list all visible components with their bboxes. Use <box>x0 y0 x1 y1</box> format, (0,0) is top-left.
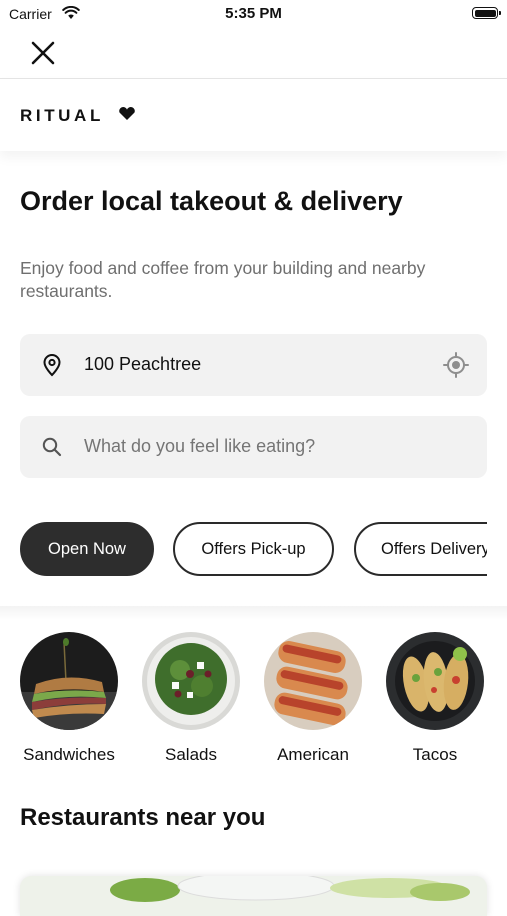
filter-offers-pickup[interactable]: Offers Pick-up <box>173 522 334 576</box>
salads-image <box>142 632 240 730</box>
heart-logo-icon <box>119 107 135 120</box>
status-bar: Carrier 5:35 PM <box>0 0 507 28</box>
category-label: Sandwiches <box>23 745 115 764</box>
sandwiches-image <box>20 632 118 730</box>
search-icon <box>42 437 62 457</box>
search-field[interactable] <box>20 416 487 478</box>
ritual-logo: RITUAL <box>20 106 104 125</box>
close-icon[interactable] <box>28 38 58 68</box>
section-divider <box>0 606 507 620</box>
category-label: American <box>277 745 349 764</box>
page-subtitle: Enjoy food and coffee from your building… <box>20 258 426 301</box>
top-nav <box>0 28 507 79</box>
location-pin-icon <box>43 354 61 377</box>
search-input[interactable] <box>84 436 444 457</box>
filter-bar: Open Now Offers Pick-up Offers Delivery <box>0 522 487 578</box>
restaurant-card[interactable] <box>20 876 487 916</box>
location-field[interactable]: 100 Peachtree <box>20 334 487 396</box>
american-image <box>264 632 362 730</box>
tacos-image <box>386 632 484 730</box>
battery-icon <box>472 7 501 19</box>
current-location-icon[interactable] <box>443 352 469 378</box>
location-value: 100 Peachtree <box>84 354 202 374</box>
filter-open-now[interactable]: Open Now <box>20 522 154 576</box>
page-title: Order local takeout & delivery <box>20 186 403 216</box>
restaurants-section-title: Restaurants near you <box>20 804 266 831</box>
brand-header: RITUAL <box>0 79 507 151</box>
filter-offers-delivery[interactable]: Offers Delivery <box>354 522 487 576</box>
restaurant-card-image <box>20 876 487 916</box>
clock: 5:35 PM <box>225 5 282 22</box>
category-label: Salads <box>165 745 217 764</box>
category-label: Tacos <box>412 745 458 764</box>
